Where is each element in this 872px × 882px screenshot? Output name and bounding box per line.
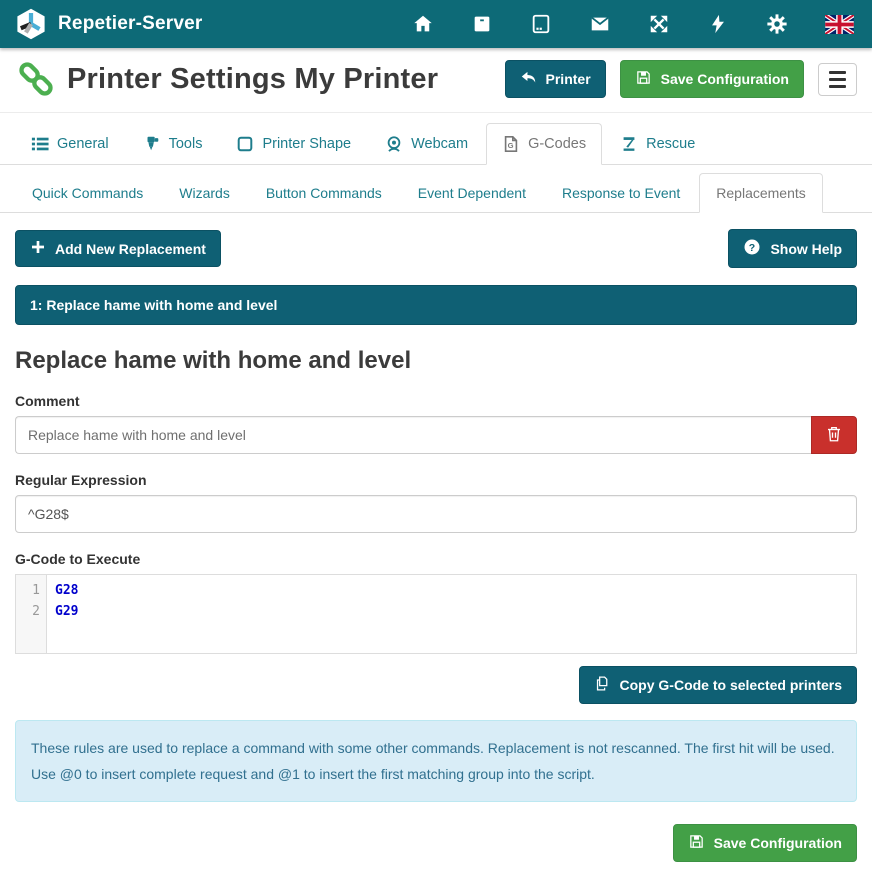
page-title: Printer Settings My Printer <box>67 63 438 96</box>
gcode-file-icon: G <box>502 135 520 153</box>
trash-icon <box>825 425 843 446</box>
save-configuration-bottom-button[interactable]: Save Configuration <box>673 824 857 862</box>
regex-label: Regular Expression <box>15 472 857 488</box>
tab-label: Printer Shape <box>262 136 351 152</box>
subtab-replacements[interactable]: Replacements <box>699 173 823 213</box>
add-button-label: Add New Replacement <box>55 241 206 257</box>
replacements-content: Add New Replacement ? Show Help 1: Repla… <box>0 213 872 882</box>
subtab-label: Button Commands <box>266 185 382 201</box>
line-number: 2 <box>16 601 40 622</box>
plus-icon <box>30 239 46 258</box>
tab-webcam[interactable]: Webcam <box>369 123 484 165</box>
rescue-icon <box>620 135 638 153</box>
subtab-wizards[interactable]: Wizards <box>162 173 247 213</box>
brand-name: Repetier-Server <box>58 13 203 35</box>
tab-label: General <box>57 136 109 152</box>
menu-button[interactable] <box>818 63 857 96</box>
back-arrow-icon <box>520 69 537 89</box>
tab-label: Tools <box>169 136 203 152</box>
subtab-label: Quick Commands <box>32 185 143 201</box>
comment-input[interactable] <box>15 416 811 454</box>
copy-button-label: Copy G-Code to selected printers <box>620 677 842 693</box>
tab-label: Webcam <box>411 136 468 152</box>
show-help-button[interactable]: ? Show Help <box>728 229 857 268</box>
tab-general[interactable]: General <box>15 123 125 165</box>
subtab-button-commands[interactable]: Button Commands <box>249 173 399 213</box>
navbar-icons <box>411 12 858 36</box>
tab-printer-shape[interactable]: Printer Shape <box>220 123 367 165</box>
hamburger-icon <box>829 71 846 88</box>
regex-input[interactable] <box>15 495 857 533</box>
tab-tools[interactable]: Tools <box>127 123 219 165</box>
list-icon <box>31 135 49 153</box>
tab-g-codes[interactable]: G G-Codes <box>486 123 602 165</box>
subtab-response-to-event[interactable]: Response to Event <box>545 173 697 213</box>
expand-arrows-icon[interactable] <box>647 12 671 36</box>
page-header: Printer Settings My Printer Printer Save… <box>0 48 872 113</box>
help-button-label: Show Help <box>770 241 842 257</box>
brand[interactable]: Repetier-Server <box>14 7 203 41</box>
print-box-icon[interactable] <box>470 12 494 36</box>
info-alert: These rules are used to replace a comman… <box>15 720 857 802</box>
replacement-panel-header[interactable]: 1: Replace hame with home and level <box>15 285 857 325</box>
extruder-tool-icon <box>143 135 161 153</box>
svg-text:G: G <box>508 141 514 150</box>
save-icon <box>688 833 705 853</box>
save-button-label: Save Configuration <box>661 71 789 87</box>
tab-label: G-Codes <box>528 136 586 152</box>
copy-icon <box>594 675 611 695</box>
printer-button-label: Printer <box>546 71 591 87</box>
comment-label: Comment <box>15 393 857 409</box>
tablet-icon[interactable] <box>529 12 553 36</box>
save-icon <box>635 69 652 89</box>
gcode-subtabs: Quick Commands Wizards Button Commands E… <box>0 173 872 213</box>
save-bottom-label: Save Configuration <box>714 835 842 851</box>
line-number: 1 <box>16 580 40 601</box>
subtab-label: Wizards <box>179 185 230 201</box>
replacement-heading: Replace hame with home and level <box>15 347 857 375</box>
info-line: These rules are used to replace a comman… <box>31 735 841 761</box>
add-new-replacement-button[interactable]: Add New Replacement <box>15 230 221 267</box>
subtab-event-dependent[interactable]: Event Dependent <box>401 173 543 213</box>
code-line: G28 <box>55 580 856 601</box>
tab-rescue[interactable]: Rescue <box>604 123 711 165</box>
code-line: G29 <box>55 601 856 622</box>
save-configuration-button[interactable]: Save Configuration <box>620 60 804 98</box>
repetier-logo-icon <box>14 7 48 41</box>
gcode-label: G-Code to Execute <box>15 551 857 567</box>
svg-text:?: ? <box>749 242 755 254</box>
gcode-code-area[interactable]: G28 G29 <box>47 575 856 653</box>
top-navbar: Repetier-Server <box>0 0 872 48</box>
printer-button[interactable]: Printer <box>505 60 606 98</box>
line-number-gutter: 1 2 <box>16 575 47 653</box>
printer-settings-tabs: General Tools Printer Shape Webcam G G-C… <box>0 123 872 165</box>
gcode-editor: 1 2 G28 G29 <box>15 574 857 654</box>
language-flag-uk-icon[interactable] <box>824 12 854 36</box>
subtab-quick-commands[interactable]: Quick Commands <box>15 173 160 213</box>
delete-replacement-button[interactable] <box>811 416 857 454</box>
copy-gcode-button[interactable]: Copy G-Code to selected printers <box>579 666 857 704</box>
square-shape-icon <box>236 135 254 153</box>
info-line: Use @0 to insert complete request and @1… <box>31 761 841 787</box>
subtab-label: Replacements <box>716 185 806 201</box>
subtab-label: Response to Event <box>562 185 680 201</box>
tab-label: Rescue <box>646 136 695 152</box>
messages-icon[interactable] <box>588 12 612 36</box>
global-settings-gear-icon[interactable] <box>765 12 789 36</box>
subtab-label: Event Dependent <box>418 185 526 201</box>
webcam-icon <box>385 135 403 153</box>
question-circle-icon: ? <box>743 238 761 259</box>
home-icon[interactable] <box>411 12 435 36</box>
power-bolt-icon[interactable] <box>706 12 730 36</box>
chain-link-icon <box>15 58 57 100</box>
